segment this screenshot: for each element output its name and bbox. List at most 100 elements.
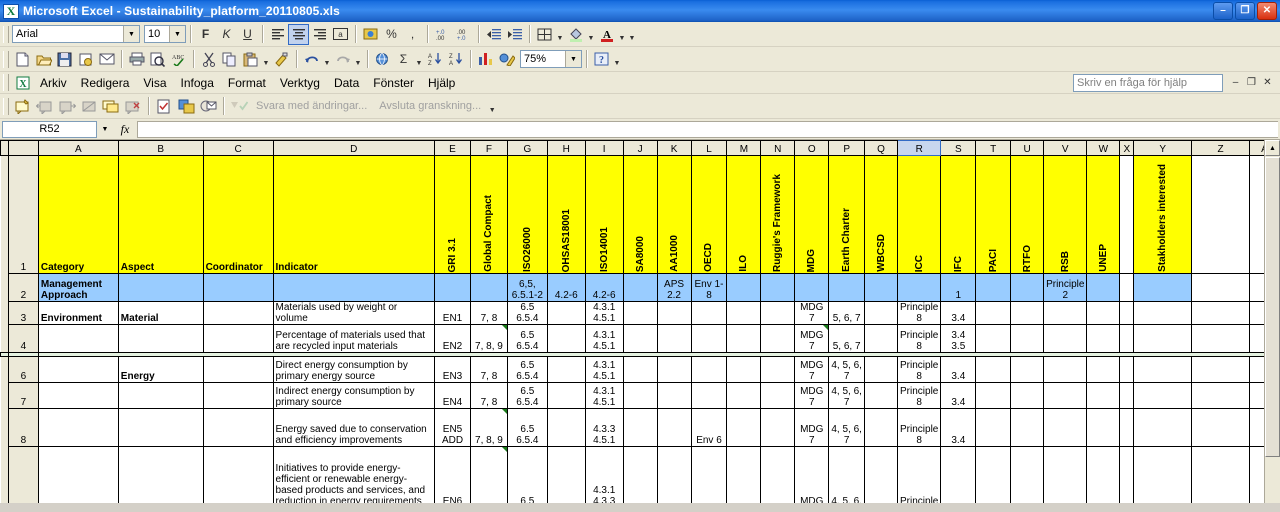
cell-k3[interactable] <box>656 301 692 325</box>
column-header-u[interactable]: U <box>1010 140 1045 156</box>
cell-q2[interactable] <box>864 273 899 302</box>
cell-u2[interactable] <box>1010 273 1045 302</box>
header-cell-c[interactable]: Coordinator <box>202 155 274 274</box>
cell-v3[interactable] <box>1043 301 1088 325</box>
next-comment-icon[interactable] <box>56 96 78 117</box>
cell-y2[interactable] <box>1133 273 1193 302</box>
cell-o7[interactable]: MDG 7 <box>794 382 830 409</box>
cell-t4[interactable] <box>975 324 1012 353</box>
cell-c7[interactable] <box>202 382 274 409</box>
column-header-q[interactable]: Q <box>864 140 899 156</box>
cell-b7[interactable] <box>117 382 204 409</box>
cell-t8[interactable] <box>975 408 1012 447</box>
cell-z9[interactable] <box>1191 446 1250 503</box>
column-header-g[interactable]: G <box>506 140 548 156</box>
cell-r4[interactable]: Principle 8 <box>897 324 942 353</box>
cell-f4[interactable]: 7, 8, 9 <box>469 324 508 353</box>
cell-j2[interactable] <box>622 273 658 302</box>
cell-e8[interactable]: EN5 ADD <box>434 408 471 447</box>
table-row[interactable]: 6 Energy Direct energy consumption by prim… <box>0 356 1280 383</box>
cell-s9[interactable]: 3.4 <box>940 446 977 503</box>
header-cell-i[interactable]: ISO14001 <box>584 155 624 274</box>
cell-r7[interactable]: Principle 8 <box>897 382 942 409</box>
chevron-down-icon[interactable]: ▼ <box>353 46 363 72</box>
cell-v8[interactable] <box>1043 408 1088 447</box>
toolbar-grip[interactable] <box>3 74 9 91</box>
cell-o2[interactable] <box>794 273 830 302</box>
column-header-t[interactable]: T <box>975 140 1012 156</box>
cell-w3[interactable] <box>1086 301 1121 325</box>
cell-d7[interactable]: Indirect energy consumption by primary s… <box>272 382 436 409</box>
cell-y9[interactable] <box>1133 446 1193 503</box>
cell-b8[interactable] <box>117 408 204 447</box>
cell-k8[interactable] <box>656 408 692 447</box>
chevron-down-icon[interactable]: ▼ <box>97 121 113 138</box>
cell-r8[interactable]: Principle 8 <box>897 408 942 447</box>
cell-t7[interactable] <box>975 382 1012 409</box>
hide-comment-icon[interactable] <box>78 96 100 117</box>
cell-k2[interactable]: APS 2.2 <box>656 273 692 302</box>
cell-h7[interactable] <box>546 382 586 409</box>
decrease-decimal-button[interactable]: .00 +.0 <box>453 24 474 45</box>
cell-h3[interactable] <box>546 301 586 325</box>
cell-g4[interactable]: 6.5 6.5.4 <box>506 324 548 353</box>
cell-f3[interactable]: 7, 8 <box>469 301 508 325</box>
header-cell-k[interactable]: AA1000 <box>656 155 692 274</box>
copy-icon[interactable] <box>219 49 240 70</box>
chevron-down-icon[interactable]: ▼ <box>565 51 581 67</box>
cell-i6[interactable]: 4.3.1 4.5.1 <box>584 356 624 383</box>
cell-r2[interactable] <box>897 273 942 302</box>
menu-item-infoga[interactable]: Infoga <box>174 74 221 92</box>
fill-color-button[interactable] <box>565 24 586 45</box>
cell-g3[interactable]: 6.5 6.5.4 <box>506 301 548 325</box>
open-icon[interactable] <box>33 49 54 70</box>
cell-p2[interactable] <box>828 273 866 302</box>
chevron-down-icon[interactable]: ▼ <box>617 21 627 47</box>
cell-u6[interactable] <box>1010 356 1045 383</box>
cell-p9[interactable]: 4, 5, 6, 7 <box>828 446 866 503</box>
header-cell-m[interactable]: ILO <box>726 155 762 274</box>
cell-z4[interactable] <box>1191 324 1250 353</box>
cell-q8[interactable] <box>864 408 899 447</box>
header-cell-q[interactable]: WBCSD <box>864 155 899 274</box>
minimize-button[interactable]: – <box>1213 2 1233 20</box>
header-cell-h[interactable]: OHSAS18001 <box>546 155 586 274</box>
menu-item-hjalp[interactable]: Hjälp <box>421 74 462 92</box>
cell-i3[interactable]: 4.3.1 4.5.1 <box>584 301 624 325</box>
cell-m2[interactable] <box>726 273 762 302</box>
cell-b6[interactable]: Energy <box>117 356 204 383</box>
toolbar-options-icon[interactable]: ▼ <box>612 46 622 72</box>
column-header-d[interactable]: D <box>272 140 436 156</box>
cell-c2[interactable] <box>202 273 274 302</box>
merge-and-center-button[interactable]: a <box>330 24 351 45</box>
cell-n7[interactable] <box>760 382 796 409</box>
column-header-o[interactable]: O <box>794 140 830 156</box>
cell-c9[interactable] <box>202 446 274 503</box>
chevron-down-icon[interactable]: ▼ <box>123 26 139 42</box>
table-row[interactable]: 3 Environment Material Materials used by we… <box>0 301 1280 325</box>
column-header-h[interactable]: H <box>546 140 586 156</box>
cell-e7[interactable]: EN4 <box>434 382 471 409</box>
email-icon[interactable] <box>96 49 117 70</box>
decrease-indent-button[interactable] <box>483 24 504 45</box>
zoom-combo[interactable]: 75% ▼ <box>520 50 582 68</box>
show-all-comments-icon[interactable] <box>100 96 122 117</box>
column-header-x[interactable]: X <box>1119 140 1135 156</box>
cell-m3[interactable] <box>726 301 762 325</box>
cell-z2[interactable] <box>1191 273 1250 302</box>
row-header-4[interactable]: 4 <box>7 324 39 353</box>
chart-wizard-icon[interactable] <box>475 49 496 70</box>
cell-o4[interactable]: MDG 7 <box>794 324 830 353</box>
toolbar-grip[interactable] <box>3 50 9 68</box>
track-changes-icon[interactable] <box>153 96 175 117</box>
cell-u7[interactable] <box>1010 382 1045 409</box>
cell-s3[interactable]: 3.4 <box>940 301 977 325</box>
cell-y4[interactable] <box>1133 324 1193 353</box>
cell-q7[interactable] <box>864 382 899 409</box>
cell-c8[interactable] <box>202 408 274 447</box>
table-row[interactable]: 2 Management Approach 6,5, 6.5.1-2 4.2-6 4.2… <box>0 273 1280 302</box>
cell-g8[interactable]: 6.5 6.5.4 <box>506 408 548 447</box>
cell-k4[interactable] <box>656 324 692 353</box>
cell-q9[interactable] <box>864 446 899 503</box>
cell-n4[interactable] <box>760 324 796 353</box>
